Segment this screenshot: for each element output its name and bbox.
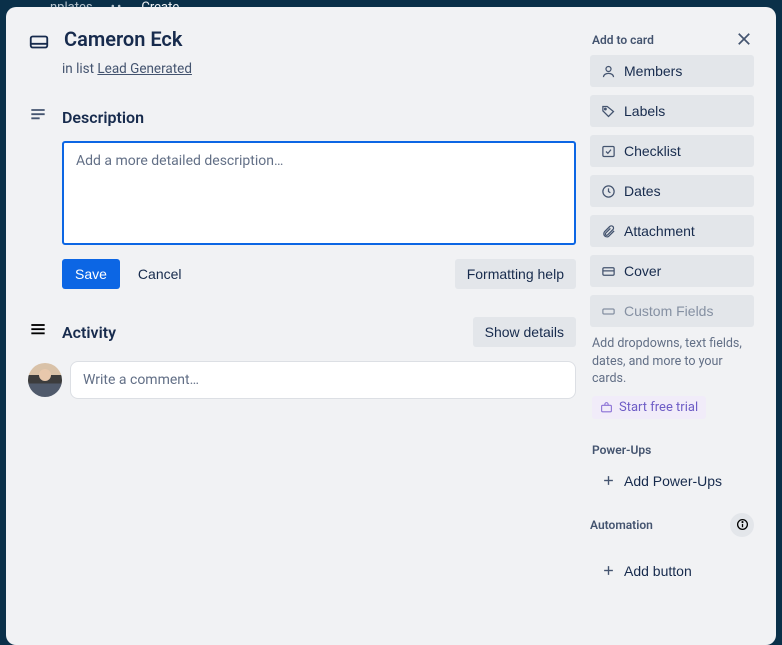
card-list-location: in list Lead Generated: [62, 61, 576, 77]
dates-label: Dates: [624, 183, 661, 199]
dates-button[interactable]: Dates: [590, 175, 754, 207]
close-button[interactable]: [730, 25, 758, 53]
powerups-heading: Power-Ups: [592, 443, 754, 457]
checklist-icon: [600, 143, 616, 159]
members-label: Members: [624, 63, 682, 79]
description-textarea[interactable]: [62, 141, 576, 245]
automation-heading: Automation: [590, 518, 730, 532]
info-icon: [736, 518, 749, 531]
custom-fields-helper: Add dropdowns, text fields, dates, and m…: [592, 335, 752, 388]
description-heading: Description: [62, 108, 576, 127]
formatting-help-button[interactable]: Formatting help: [455, 259, 576, 289]
trial-label: Start free trial: [619, 400, 698, 415]
labels-button[interactable]: Labels: [590, 95, 754, 127]
avatar: [28, 363, 62, 397]
add-automation-label: Add button: [624, 563, 692, 579]
comment-input[interactable]: Write a comment…: [70, 361, 576, 399]
custom-fields-label: Custom Fields: [624, 303, 713, 319]
cover-button[interactable]: Cover: [590, 255, 754, 287]
clock-icon: [600, 183, 616, 199]
cancel-button[interactable]: Cancel: [134, 259, 186, 289]
plus-icon: [600, 563, 616, 579]
checklist-label: Checklist: [624, 143, 681, 159]
add-automation-button[interactable]: Add button: [590, 555, 754, 587]
cover-label: Cover: [624, 263, 661, 279]
start-free-trial-button[interactable]: Start free trial: [592, 396, 706, 419]
activity-icon: [28, 320, 48, 344]
cover-icon: [600, 263, 616, 279]
checklist-button[interactable]: Checklist: [590, 135, 754, 167]
add-powerups-button[interactable]: Add Power-Ups: [590, 465, 754, 497]
attachment-label: Attachment: [624, 223, 695, 239]
automation-info-button[interactable]: [730, 513, 754, 537]
briefcase-icon: [600, 401, 613, 414]
card-modal: Cameron Eck in list Lead Generated Descr…: [6, 7, 776, 645]
card-icon: [28, 31, 50, 57]
list-link[interactable]: Lead Generated: [97, 61, 192, 77]
user-icon: [600, 63, 616, 79]
show-details-button[interactable]: Show details: [473, 317, 576, 347]
paperclip-icon: [600, 223, 616, 239]
description-icon: [28, 105, 48, 129]
plus-icon: [600, 473, 616, 489]
close-icon: [735, 30, 753, 48]
members-button[interactable]: Members: [590, 55, 754, 87]
card-title[interactable]: Cameron Eck: [64, 27, 182, 51]
custom-fields-button: Custom Fields: [590, 295, 754, 327]
attachment-button[interactable]: Attachment: [590, 215, 754, 247]
activity-heading: Activity: [62, 323, 459, 342]
tag-icon: [600, 103, 616, 119]
field-icon: [600, 303, 616, 319]
save-button[interactable]: Save: [62, 259, 120, 289]
labels-label: Labels: [624, 103, 665, 119]
add-powerups-label: Add Power-Ups: [624, 473, 722, 489]
